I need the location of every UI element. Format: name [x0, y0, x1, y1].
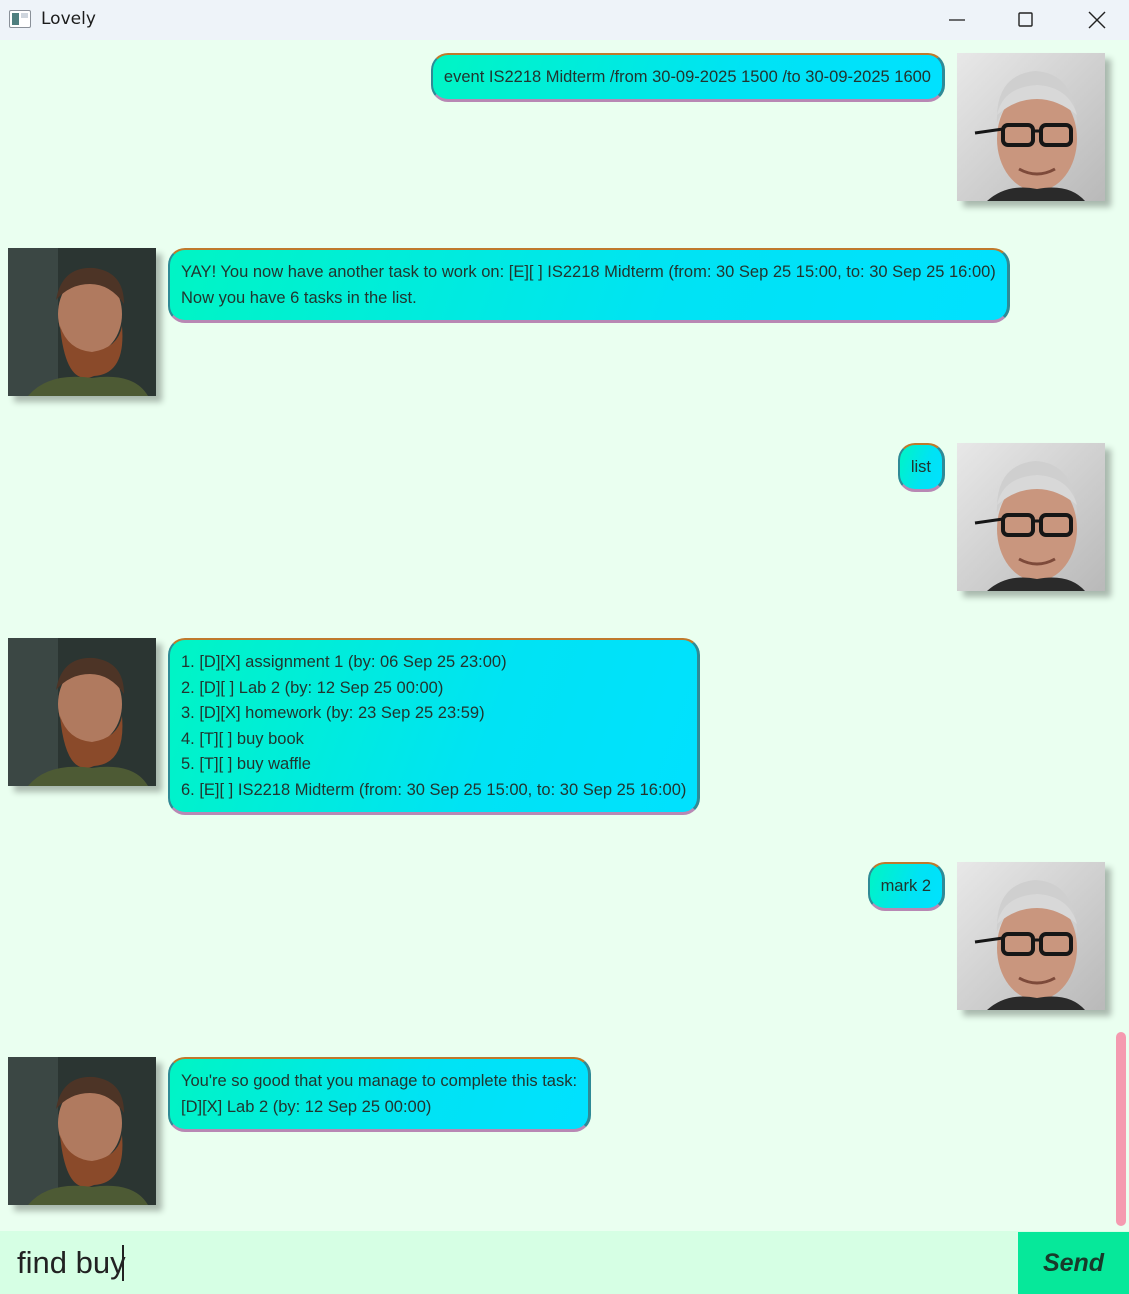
message-text: 6. [E][ ] IS2218 Midterm (from: 30 Sep 2… — [181, 780, 687, 799]
message-input[interactable] — [0, 1231, 1016, 1294]
message-text: Now you have 6 tasks in the list. — [181, 288, 417, 307]
message-text: event IS2218 Midterm /from 30-09-2025 15… — [443, 68, 931, 86]
user-avatar — [957, 862, 1105, 1010]
message-text: 4. [T][ ] buy book — [181, 729, 304, 748]
message-text: [D][X] Lab 2 (by: 12 Sep 25 00:00) — [181, 1097, 432, 1116]
close-icon — [1088, 11, 1106, 29]
message-text: 5. [T][ ] buy waffle — [181, 755, 311, 773]
bot-avatar — [8, 248, 156, 396]
title-bar: Lovely — [0, 0, 1129, 40]
message-text: 3. [D][X] homework (by: 23 Sep 25 23:59) — [181, 704, 485, 722]
message-text: YAY! You now have another task to work o… — [181, 263, 996, 281]
close-button[interactable] — [1062, 0, 1129, 40]
user-message-bubble: event IS2218 Midterm /from 30-09-2025 15… — [430, 53, 945, 102]
user-avatar — [957, 443, 1105, 591]
message-text: list — [910, 458, 931, 476]
message-text: You're so good that you manage to comple… — [181, 1072, 578, 1090]
message-text: 1. [D][X] assignment 1 (by: 06 Sep 25 23… — [181, 653, 507, 671]
scrollbar-thumb[interactable] — [1116, 1032, 1126, 1226]
message-text: mark 2 — [880, 877, 931, 895]
bot-message-bubble: YAY! You now have another task to work o… — [168, 248, 1010, 323]
chat-scroll-pane[interactable]: event IS2218 Midterm /from 30-09-2025 15… — [0, 40, 1129, 1231]
user-message-bubble: list — [897, 443, 945, 492]
bot-avatar — [8, 638, 156, 786]
maximize-button[interactable] — [991, 0, 1061, 40]
window-title: Lovely — [41, 9, 96, 29]
send-button[interactable]: Send — [1018, 1232, 1129, 1294]
input-bar — [0, 1231, 1129, 1294]
minimize-icon — [949, 19, 965, 21]
bot-message-bubble: 1. [D][X] assignment 1 (by: 06 Sep 25 23… — [168, 638, 701, 815]
user-message-bubble: mark 2 — [867, 862, 945, 911]
message-text: 2. [D][ ] Lab 2 (by: 12 Sep 25 00:00) — [181, 678, 444, 697]
app-icon — [9, 10, 31, 28]
minimize-button[interactable] — [922, 0, 992, 40]
bot-avatar — [8, 1057, 156, 1205]
bot-message-bubble: You're so good that you manage to comple… — [168, 1057, 592, 1132]
user-avatar — [957, 53, 1105, 201]
maximize-icon — [1018, 12, 1033, 27]
text-caret — [122, 1245, 124, 1281]
